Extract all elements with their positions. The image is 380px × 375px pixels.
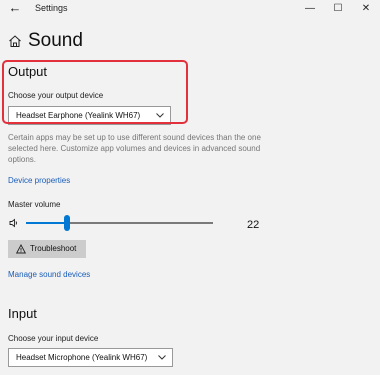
minimize-icon[interactable]: — [296,0,324,17]
volume-thumb[interactable] [64,215,71,231]
back-arrow-icon[interactable]: ← [6,0,24,16]
master-volume-label: Master volume [8,200,61,209]
speaker-icon[interactable] [9,218,19,228]
close-icon[interactable]: ✕ [352,0,380,17]
volume-fill [26,222,68,224]
output-description: Certain apps may be set up to use differ… [8,133,261,164]
maximize-icon[interactable]: ☐ [324,0,352,17]
input-device-value: Headset Microphone (Yealink WH67) [16,353,148,362]
troubleshoot-label: Troubleshoot [30,244,77,253]
chevron-down-icon [158,349,166,366]
window-controls: — ☐ ✕ [296,0,380,17]
device-properties-link[interactable]: Device properties [8,176,70,185]
warning-icon [16,244,26,254]
input-device-select[interactable]: Headset Microphone (Yealink WH67) [8,348,173,367]
window-title: Settings [35,3,68,13]
troubleshoot-button[interactable]: Troubleshoot [8,240,86,258]
title-bar: ← Settings — ☐ ✕ [0,0,380,17]
master-volume-slider[interactable] [26,215,213,231]
output-highlight-box [2,60,188,124]
input-section-title: Input [8,306,37,321]
input-device-label: Choose your input device [8,334,99,343]
home-icon [9,35,21,47]
page-title: Sound [28,30,83,51]
page-header: Sound [8,30,83,52]
manage-sound-devices-link[interactable]: Manage sound devices [8,270,90,279]
volume-value: 22 [247,219,260,231]
